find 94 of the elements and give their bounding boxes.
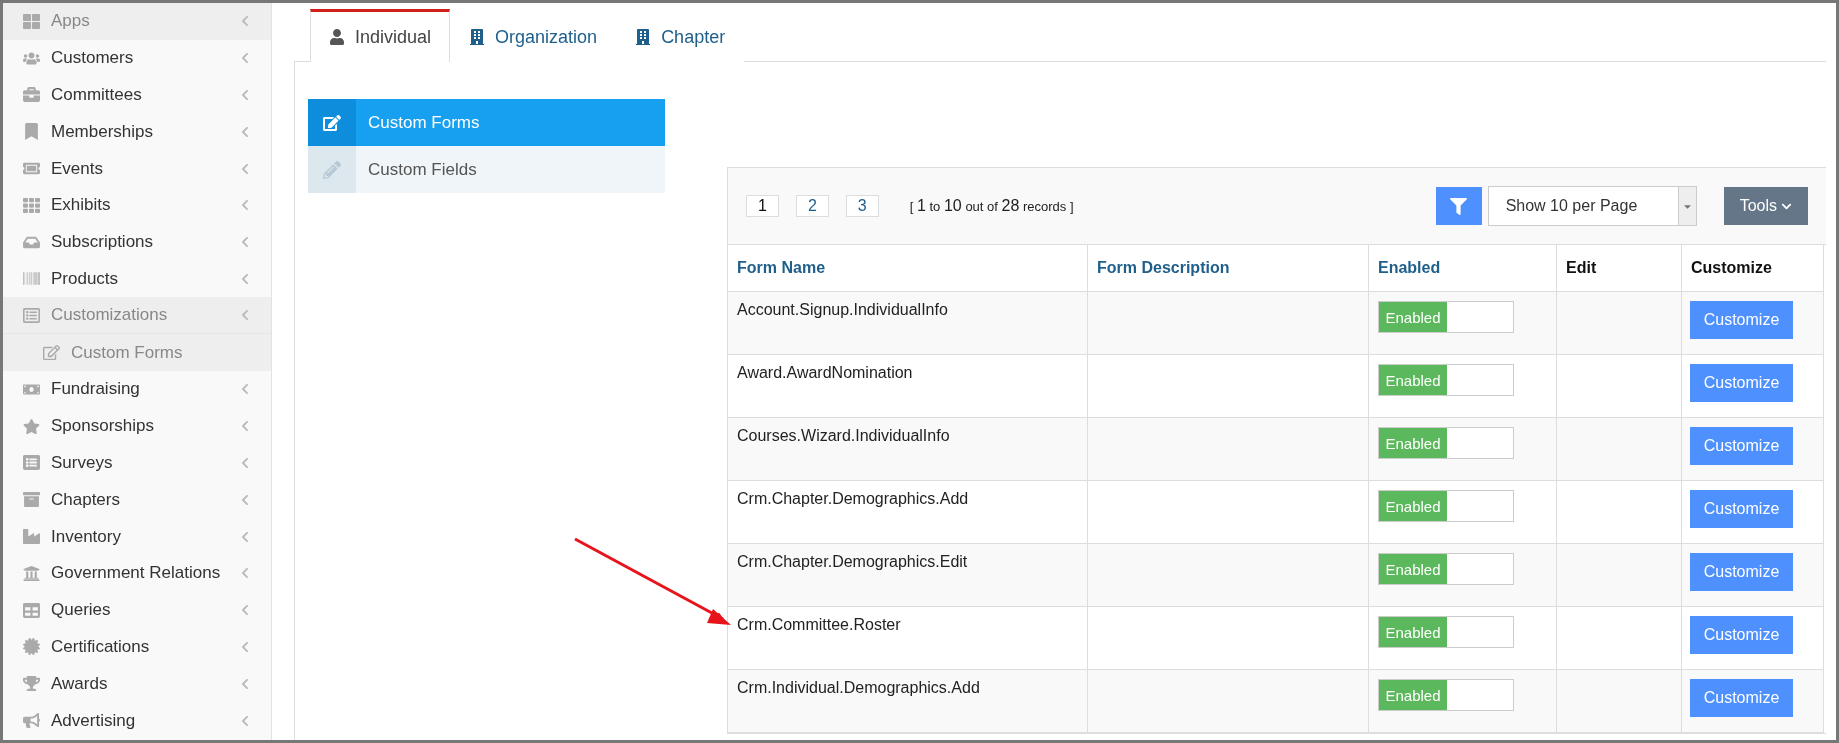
- chevron-icon: [239, 236, 251, 249]
- chevron-icon: [239, 420, 251, 433]
- chevron-icon: [239, 52, 251, 65]
- chevron-icon: [239, 383, 251, 396]
- chevron-icon: [239, 604, 251, 617]
- menu-icon: [23, 12, 40, 30]
- per-page-select[interactable]: Show 10 per Page: [1487, 186, 1697, 226]
- tab[interactable]: Individual: [310, 9, 451, 62]
- table-cell: Crm.Chapter.Demographics.Add: [728, 481, 1088, 544]
- sidebar-item[interactable]: Exhibits: [3, 187, 271, 224]
- sidebar-item[interactable]: Government Relations: [3, 554, 271, 592]
- sidebar-item[interactable]: Awards: [3, 665, 271, 703]
- page-link[interactable]: 1: [746, 195, 779, 217]
- filter-icon: [1450, 197, 1468, 215]
- menu-icon: [23, 712, 40, 730]
- menu-icon: [23, 196, 40, 214]
- chevron-icon: [239, 89, 251, 101]
- table-cell: Account.Signup.IndividualInfo: [728, 292, 1088, 355]
- tools-button[interactable]: Tools: [1723, 187, 1808, 225]
- building-icon: [469, 29, 486, 45]
- sidebar-item[interactable]: Queries: [3, 591, 271, 629]
- sidebar-label: Sponsorships: [51, 416, 155, 437]
- sidebar-label: Advertising: [51, 710, 137, 731]
- sidebar-label: Customers: [51, 48, 135, 69]
- sidebar-label: Fundraising: [51, 379, 141, 400]
- sidebar-label: Certifications: [51, 636, 151, 657]
- sidebar-label: Surveys: [51, 452, 114, 473]
- edit-icon: [323, 113, 341, 132]
- sidebar-label: Customizations: [51, 305, 169, 326]
- chevron-icon: [239, 272, 251, 285]
- sidebar-item[interactable]: Customers: [3, 39, 271, 77]
- sidebar-label: Queries: [51, 600, 112, 621]
- sidebar-item[interactable]: Inventory: [3, 518, 271, 555]
- sidebar-label: Products: [51, 268, 120, 289]
- table-cell: Crm.Individual.Demographics.Add: [728, 670, 1088, 733]
- sidebar-label: Committees: [51, 85, 143, 105]
- sidebar-item[interactable]: Subscriptions: [3, 223, 271, 261]
- sidebar-label: Subscriptions: [51, 232, 155, 253]
- menu-icon: [23, 417, 40, 435]
- sidebar-item[interactable]: Sponsorships: [3, 407, 271, 445]
- sidebar-label: Custom Forms: [71, 342, 184, 363]
- chevron-icon: [239, 199, 251, 212]
- building-icon: [635, 29, 652, 45]
- sidebar-label: Events: [51, 158, 104, 179]
- menu-icon: [23, 528, 40, 546]
- chevron-icon: [239, 309, 251, 322]
- menu-icon: [23, 491, 40, 509]
- chevron-icon: [239, 677, 251, 690]
- table-cell: Crm.Committee.Roster: [728, 607, 1088, 670]
- menu-icon: [23, 564, 40, 582]
- sidebar-item[interactable]: Products: [3, 260, 271, 298]
- table-cell: Crm.Chapter.Demographics.Edit: [728, 544, 1088, 607]
- chevron-icon: [239, 456, 251, 469]
- menu-icon: [23, 123, 40, 141]
- chevron-icon: [239, 530, 251, 543]
- sidebar-item[interactable]: Committees: [3, 76, 271, 114]
- menu-icon: [23, 306, 40, 324]
- chevron-icon: [239, 15, 251, 28]
- page-link[interactable]: 2: [795, 195, 829, 217]
- sidebar-label: Apps: [51, 11, 91, 32]
- sidebar-label: Inventory: [51, 526, 122, 547]
- sidebar-item[interactable]: Certifications: [3, 628, 271, 666]
- filter-button[interactable]: [1435, 187, 1482, 225]
- pencil-icon: [323, 160, 341, 179]
- chevron-icon: [239, 567, 251, 580]
- menu-icon: [23, 601, 40, 619]
- sidebar-label: Exhibits: [51, 195, 112, 216]
- person-icon: [329, 29, 345, 45]
- chevron-icon: [239, 640, 251, 653]
- sidebar-label: Memberships: [51, 121, 155, 142]
- menu-icon: [23, 86, 40, 104]
- chevron-icon: [239, 162, 251, 175]
- subnav-item[interactable]: Custom Fields: [308, 146, 665, 193]
- table-cell: Courses.Wizard.IndividualInfo: [728, 418, 1088, 481]
- chevron-icon: [239, 493, 251, 506]
- menu-icon: [23, 270, 40, 288]
- sidebar-item[interactable]: Surveys: [3, 444, 271, 482]
- edit-icon: [43, 344, 60, 362]
- sidebar-label: Awards: [51, 673, 109, 694]
- sidebar-item[interactable]: Advertising: [3, 702, 271, 739]
- records-summary: [ 1 to 10 out of 28 records ]: [909, 197, 1074, 215]
- sidebar-item[interactable]: Chapters: [3, 481, 271, 519]
- sidebar-item[interactable]: Memberships: [3, 113, 271, 151]
- sidebar-label: Government Relations: [51, 563, 222, 584]
- sidebar-item[interactable]: Events: [3, 150, 271, 187]
- chevron-icon: [239, 125, 251, 138]
- chevron-icon: [239, 714, 251, 727]
- menu-icon: [23, 675, 40, 693]
- sidebar-item[interactable]: Fundraising: [3, 370, 271, 408]
- page-link[interactable]: 3: [845, 195, 879, 217]
- sidebar-label: Chapters: [51, 489, 121, 510]
- menu-icon: [23, 638, 40, 656]
- table-cell: Award.AwardNomination: [728, 355, 1088, 418]
- menu-icon: [23, 454, 40, 472]
